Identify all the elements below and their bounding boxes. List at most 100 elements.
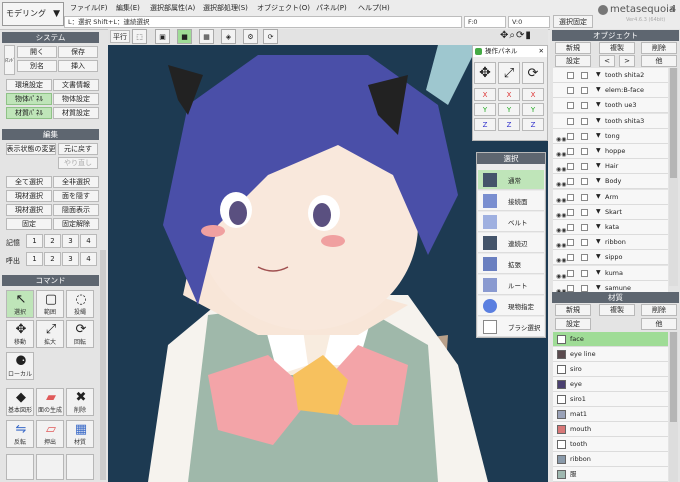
tool-more-2[interactable]: [36, 454, 64, 480]
lock-checkbox[interactable]: [567, 178, 574, 186]
material-row[interactable]: eye line: [553, 347, 668, 362]
tool-make-face[interactable]: ▰ 面の生成: [36, 388, 64, 416]
close-icon[interactable]: ✕: [539, 46, 544, 57]
material-row[interactable]: ribbon: [553, 452, 668, 467]
tool-delete[interactable]: ✖ 削除: [66, 388, 94, 416]
select-mode-belt[interactable]: ベルト: [478, 212, 544, 232]
menu-edit[interactable]: 編集(E): [116, 3, 140, 13]
lock-button[interactable]: 固定: [6, 218, 52, 230]
recall-3-button[interactable]: 3: [62, 252, 79, 266]
y-button-3[interactable]: Y: [522, 103, 544, 116]
tool-select[interactable]: ↖ 選択: [6, 290, 34, 318]
chevron-down-icon[interactable]: ▼: [596, 235, 601, 249]
menu-process[interactable]: 選択部処理(S): [203, 3, 248, 13]
x-button-3[interactable]: X: [522, 88, 544, 101]
chevron-down-icon[interactable]: ▼: [596, 266, 601, 280]
visible-checkbox[interactable]: [581, 72, 588, 79]
lock-checkbox[interactable]: [567, 284, 574, 292]
recall-2-button[interactable]: 2: [44, 252, 61, 266]
system-side-tab[interactable]: ｺﾏﾝﾄﾞ: [4, 45, 15, 75]
material-row[interactable]: eye: [553, 377, 668, 392]
select-mode-expand[interactable]: 拡張: [478, 254, 544, 274]
visible-checkbox[interactable]: [581, 254, 588, 262]
material-row[interactable]: face: [553, 332, 668, 347]
cube-icon[interactable]: ◈: [221, 29, 236, 44]
mem-1-button[interactable]: 1: [26, 234, 43, 248]
tool-move[interactable]: ✥ 移動: [6, 320, 34, 348]
visible-checkbox[interactable]: [581, 208, 588, 216]
z-button-1[interactable]: Z: [474, 118, 496, 131]
wire-icon[interactable]: ▦: [199, 29, 214, 44]
lock-checkbox[interactable]: [567, 72, 574, 79]
tool-more-1[interactable]: [6, 454, 34, 480]
lock-checkbox[interactable]: [567, 102, 574, 110]
object-other-button[interactable]: 他: [641, 55, 677, 67]
visible-checkbox[interactable]: [581, 284, 588, 292]
visible-checkbox[interactable]: [581, 102, 588, 110]
visible-checkbox[interactable]: [581, 163, 588, 171]
visible-checkbox[interactable]: [581, 117, 588, 125]
visible-checkbox[interactable]: [581, 239, 588, 247]
mode-select[interactable]: モデリング ▼: [2, 2, 64, 26]
tool-extrude[interactable]: ▱ 押出: [36, 420, 64, 448]
object-row[interactable]: ▼ elem:B-face: [553, 83, 668, 99]
tool-local[interactable]: ⚈ ローカル: [6, 352, 34, 380]
material-row[interactable]: siro: [553, 362, 668, 377]
current-select-2-button[interactable]: 現材選択: [6, 204, 52, 216]
menu-attr[interactable]: 選択部属性(A): [150, 3, 195, 13]
object-row[interactable]: ◉◉ ▼ Skart: [553, 204, 668, 220]
tool-more-3[interactable]: [66, 454, 94, 480]
lock-checkbox[interactable]: [567, 239, 574, 247]
object-row[interactable]: ◉◉ ▼ ribbon: [553, 235, 668, 251]
menu-panel[interactable]: パネル(P): [316, 3, 347, 13]
chevron-down-icon[interactable]: ▼: [596, 220, 601, 234]
visible-checkbox[interactable]: [581, 224, 588, 231]
object-next-button[interactable]: >: [619, 55, 635, 67]
tool-flip[interactable]: ⇋ 反転: [6, 420, 34, 448]
rotate-icon[interactable]: ⟳: [522, 62, 544, 84]
recall-1-button[interactable]: 1: [26, 252, 43, 266]
menu-file[interactable]: ファイル(F): [70, 3, 108, 13]
material-new-button[interactable]: 新規: [555, 304, 591, 316]
lock-checkbox[interactable]: [567, 193, 574, 201]
object-row[interactable]: ▼ tooth shita2: [553, 68, 668, 83]
lock-checkbox[interactable]: [567, 208, 574, 216]
object-panel-button[interactable]: 物体ﾊﾟﾈﾙ: [6, 93, 52, 105]
lock-checkbox[interactable]: [567, 224, 574, 231]
chevron-down-icon[interactable]: ▼: [596, 190, 601, 204]
material-row[interactable]: 服: [553, 467, 668, 482]
object-settings-button[interactable]: 物体設定: [53, 93, 99, 105]
gear-icon[interactable]: ⚙: [243, 29, 258, 44]
material-other-button[interactable]: 他: [641, 318, 677, 330]
menu-help[interactable]: ヘルプ(H): [358, 3, 390, 13]
object-row[interactable]: ◉◉ ▼ kuma: [553, 265, 668, 281]
select-mode-connected[interactable]: 接続面: [478, 191, 544, 211]
chevron-down-icon[interactable]: ▼: [596, 98, 601, 112]
solid-icon[interactable]: ■: [177, 29, 192, 44]
visible-checkbox[interactable]: [581, 132, 588, 140]
object-delete-button[interactable]: 削除: [641, 42, 677, 54]
select-mode-brush[interactable]: ブラシ選択: [478, 317, 544, 337]
material-delete-button[interactable]: 削除: [641, 304, 677, 316]
visible-checkbox[interactable]: [581, 87, 588, 95]
redo-button[interactable]: やり直し: [58, 157, 98, 169]
current-select-button[interactable]: 現材選択: [6, 190, 52, 202]
save-button[interactable]: 保存: [58, 46, 98, 58]
mem-2-button[interactable]: 2: [44, 234, 61, 248]
x-button-2[interactable]: X: [498, 88, 520, 101]
lock-checkbox[interactable]: [567, 163, 574, 171]
refresh-icon[interactable]: ⟳: [263, 29, 278, 44]
material-panel-button[interactable]: 材質ﾊﾟﾈﾙ: [6, 107, 52, 119]
material-row[interactable]: siro1: [553, 392, 668, 407]
menu-object[interactable]: オブジェクト(O): [257, 3, 310, 13]
visible-checkbox[interactable]: [581, 178, 588, 186]
object-scrollbar[interactable]: [669, 68, 678, 286]
visible-checkbox[interactable]: [581, 193, 588, 201]
chevron-down-icon[interactable]: ▼: [596, 129, 601, 143]
visible-checkbox[interactable]: [581, 269, 588, 277]
chevron-down-icon[interactable]: ▼: [596, 144, 601, 158]
object-row[interactable]: ◉◉ ▼ kata: [553, 220, 668, 235]
select-all-button[interactable]: 全て選択: [6, 176, 52, 188]
material-settings-button[interactable]: 設定: [555, 318, 591, 330]
material-duplicate-button[interactable]: 複製: [599, 304, 635, 316]
